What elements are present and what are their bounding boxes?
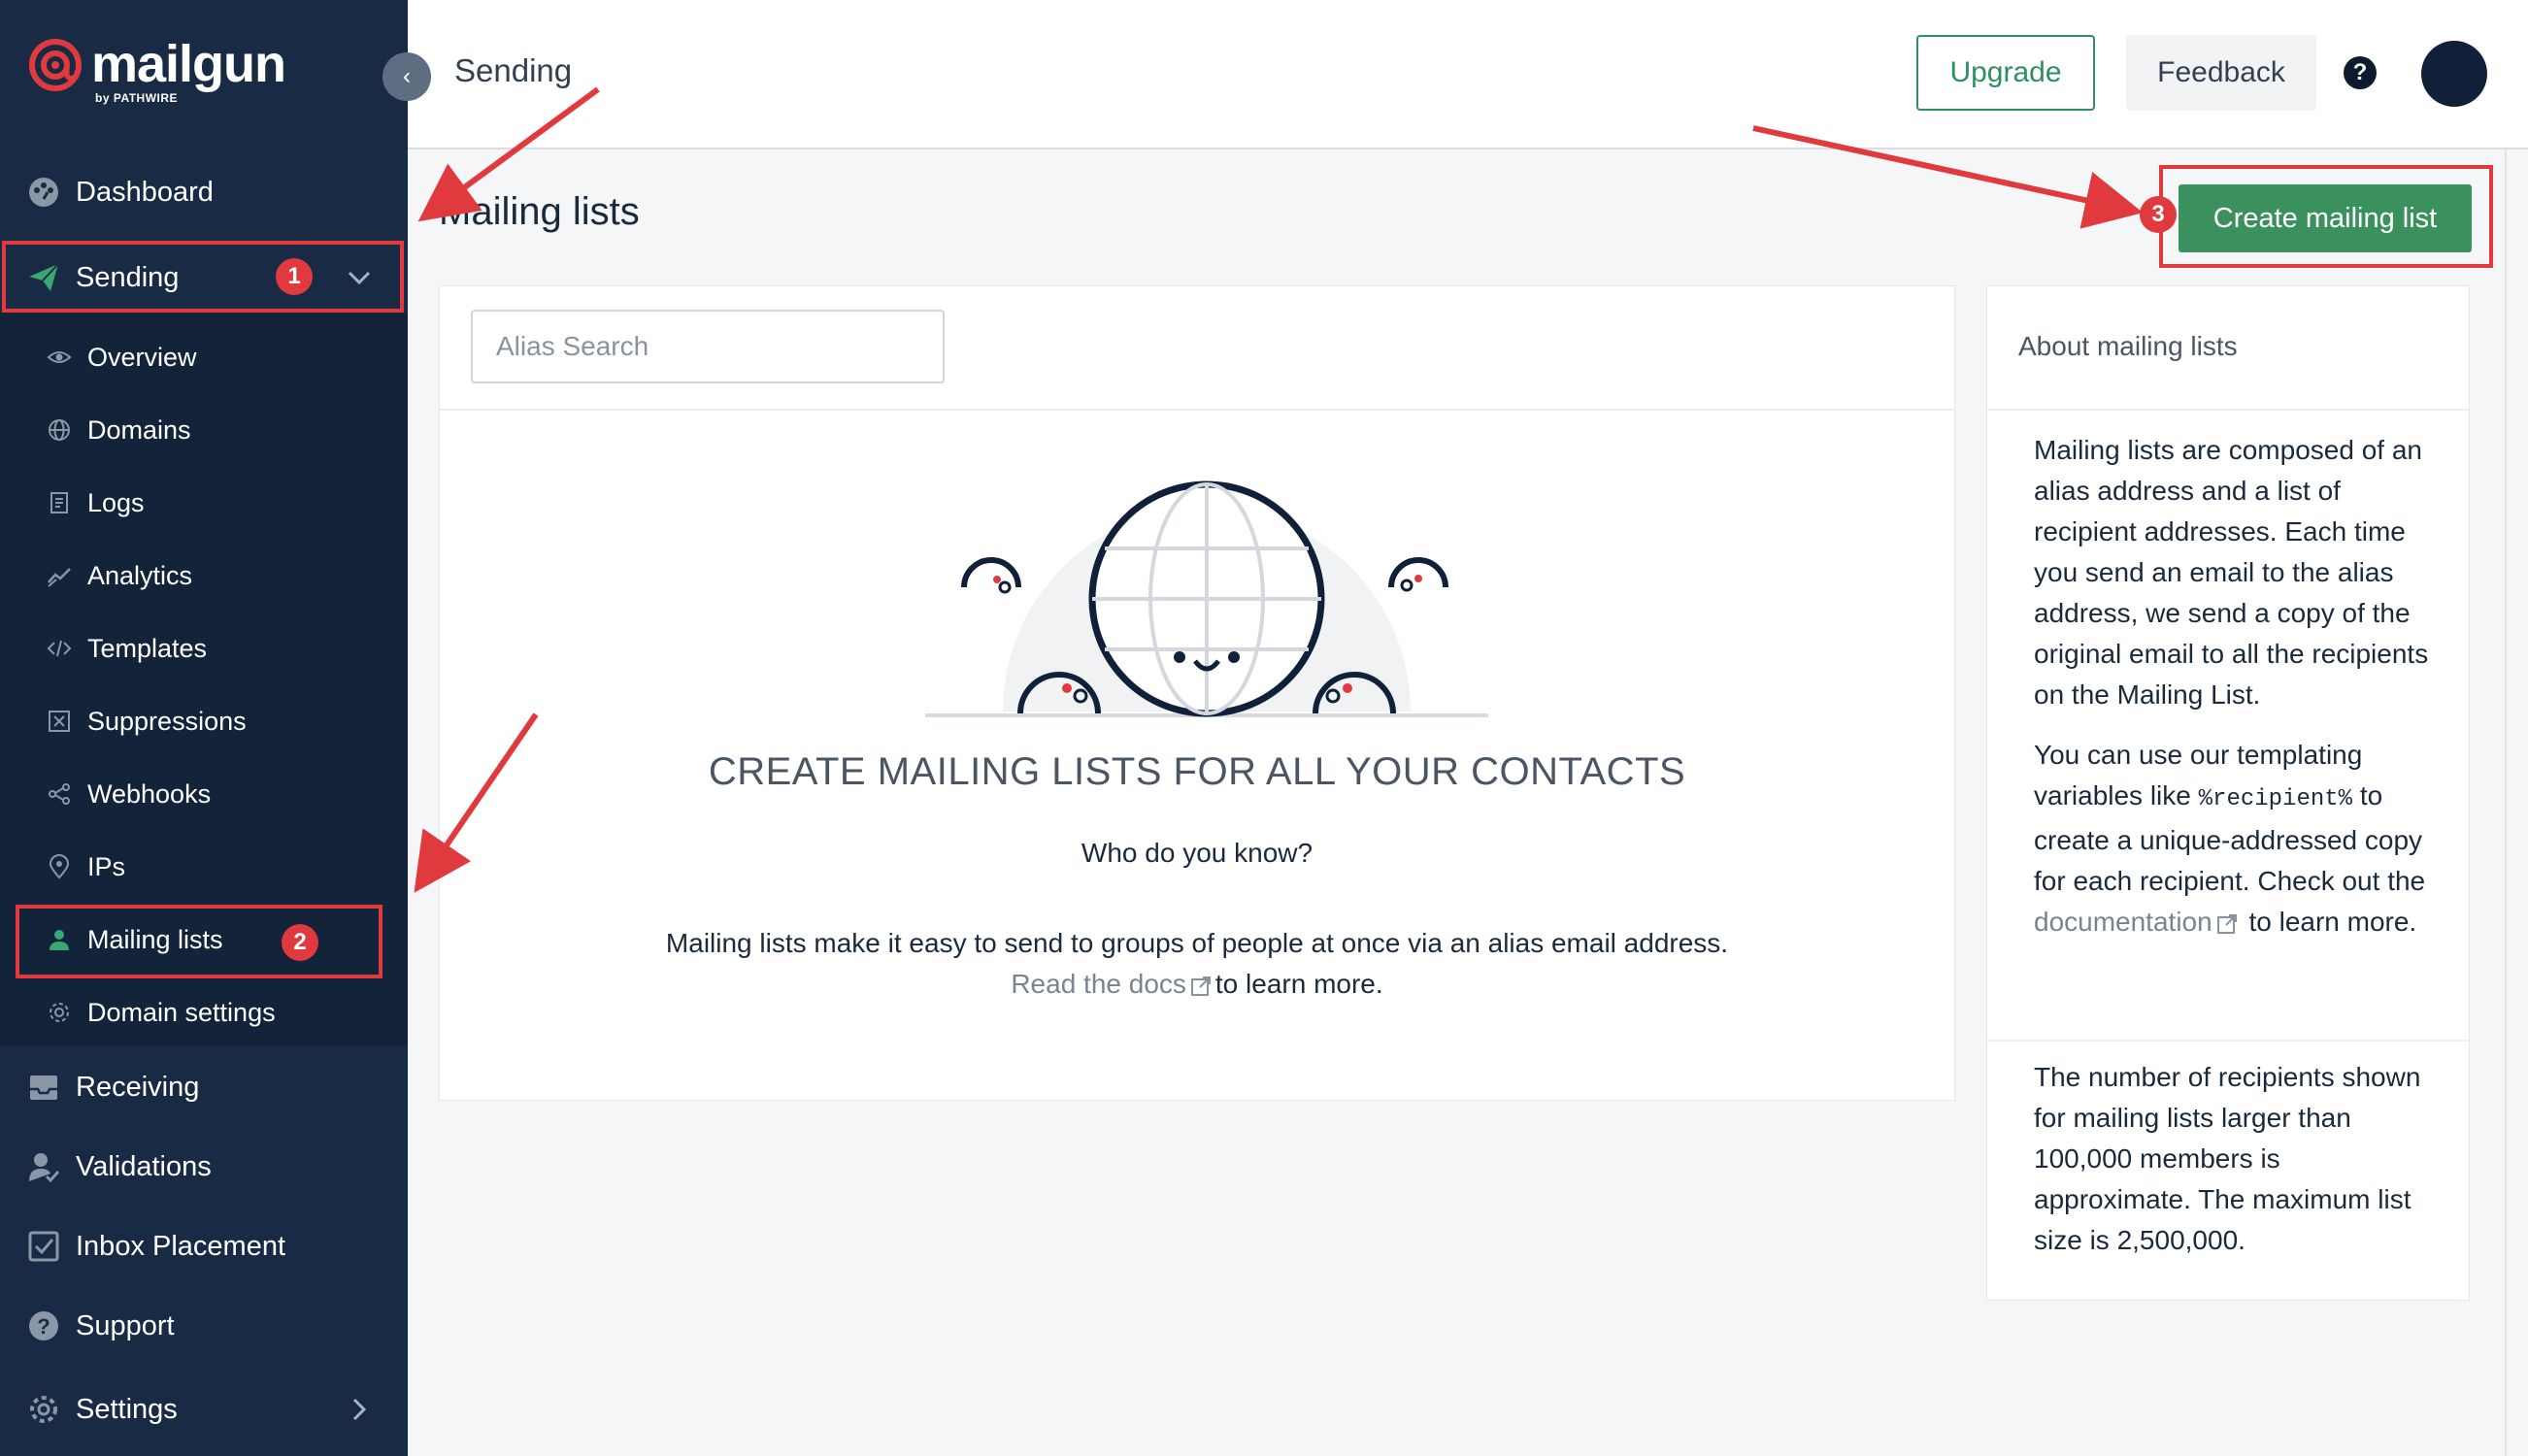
about-paragraph-1: Mailing lists are composed of an alias a…	[2034, 435, 2429, 710]
external-link-icon	[1190, 976, 1211, 996]
question-icon: ?	[29, 1311, 58, 1340]
external-link-icon	[2216, 913, 2237, 934]
sidebar-subitem-label: Suppressions	[87, 706, 247, 736]
sidebar-subitem-overview[interactable]: Overview	[0, 338, 408, 377]
feedback-button[interactable]: Feedback	[2126, 35, 2316, 111]
sidebar-item-inbox-placement[interactable]: Inbox Placement	[0, 1225, 408, 1268]
brand-sub: by PATHWIRE	[95, 91, 179, 105]
about-mailing-lists-panel: About mailing lists Mailing lists are co…	[1986, 285, 2470, 1301]
sidebar-item-label: Inbox Placement	[76, 1230, 286, 1262]
help-icon[interactable]: ?	[2344, 56, 2377, 89]
sidebar-item-validations[interactable]: Validations	[0, 1145, 408, 1188]
sidebar-subitem-label: Overview	[87, 342, 197, 372]
annotation-box-sending	[2, 241, 404, 313]
mailgun-logo-icon	[29, 39, 82, 91]
pin-icon	[49, 854, 70, 879]
mailgun-logo[interactable]: mailgun by PATHWIRE	[27, 35, 286, 105]
user-check-icon	[29, 1153, 60, 1183]
annotation-badge-3: 3	[2140, 196, 2177, 233]
sidebar-subitem-analytics[interactable]: Analytics	[0, 556, 408, 595]
breadcrumb: Sending	[454, 52, 573, 88]
share-icon	[49, 783, 70, 805]
about-paragraph-2: You can use our templating variables lik…	[2034, 735, 2442, 943]
sidebar-subitem-ips[interactable]: IPs	[0, 847, 408, 886]
sidebar-subitem-label: Webhooks	[87, 778, 212, 809]
avatar[interactable]	[2421, 41, 2487, 107]
templating-variable-code: %recipient%	[2198, 786, 2353, 812]
scrollbar-track[interactable]	[2505, 149, 2507, 1456]
sidebar-item-label: Settings	[76, 1393, 178, 1425]
brand-name: mailgun	[91, 35, 286, 93]
about-panel-title: About mailing lists	[2018, 331, 2238, 361]
sidebar-subitem-label: Logs	[87, 487, 145, 517]
chevron-right-icon	[352, 1398, 367, 1421]
sidebar-item-label: Receiving	[76, 1071, 200, 1103]
sidebar-subitem-suppressions[interactable]: Suppressions	[0, 702, 408, 741]
empty-state-title: CREATE MAILING LISTS FOR ALL YOUR CONTAC…	[708, 750, 1686, 793]
sidebar-subitem-label: Analytics	[87, 560, 193, 590]
x-box-icon	[49, 711, 70, 732]
sidebar-item-receiving[interactable]: Receiving	[0, 1066, 408, 1109]
code-icon	[47, 640, 72, 657]
docs-suffix-text: to learn more.	[1214, 969, 1383, 999]
empty-state-description: Mailing lists make it easy to send to gr…	[440, 923, 1954, 1005]
alias-search-input[interactable]	[471, 310, 945, 383]
sidebar-subitem-label: IPs	[87, 851, 126, 881]
sidebar-subitem-webhooks[interactable]: Webhooks	[0, 775, 408, 813]
eye-icon	[47, 351, 72, 363]
annotation-badge-2: 2	[282, 924, 318, 961]
collapse-sidebar-button[interactable]: ‹	[383, 52, 431, 101]
gear-icon	[30, 1396, 57, 1423]
sidebar-item-support[interactable]: ? Support	[0, 1305, 408, 1347]
page-title: Mailing lists	[439, 190, 640, 233]
annotation-box-create	[2159, 165, 2493, 268]
upgrade-button[interactable]: Upgrade	[1916, 35, 2095, 111]
about-paragraph-3: The number of recipients shown for maili…	[2034, 1062, 2421, 1255]
annotation-badge-1: 1	[276, 258, 313, 295]
mailing-lists-card: CREATE MAILING LISTS FOR ALL YOUR CONTAC…	[439, 285, 1955, 1101]
inbox-icon	[30, 1075, 57, 1100]
documentation-link[interactable]: documentation	[2034, 907, 2212, 937]
empty-state-description-text: Mailing lists make it easy to send to gr…	[665, 928, 1729, 958]
about-text: to learn more.	[2248, 907, 2417, 937]
sidebar-subitem-logs[interactable]: Logs	[0, 483, 408, 522]
about-panel-header: About mailing lists	[1987, 286, 2469, 411]
about-panel-body: Mailing lists are composed of an alias a…	[2034, 430, 2442, 962]
sidebar-subitem-domains[interactable]: Domains	[0, 411, 408, 449]
sidebar-item-label: Dashboard	[76, 176, 214, 208]
sidebar-subitem-label: Domains	[87, 414, 191, 445]
sidebar-subitem-label: Domain settings	[87, 997, 276, 1027]
sidebar-item-label: Validations	[76, 1150, 212, 1182]
sidebar-subitem-templates[interactable]: Templates	[0, 629, 408, 668]
dashboard-icon	[29, 178, 58, 207]
empty-state-globe-illustration	[925, 480, 1488, 717]
annotation-box-mailing-lists	[16, 905, 383, 978]
top-header: Sending Upgrade Feedback ?	[408, 0, 2528, 149]
card-toolbar	[440, 286, 1954, 411]
svg-text:?: ?	[37, 1314, 50, 1339]
sidebar: mailgun by PATHWIRE Dashboard Sending 1 …	[0, 0, 408, 1456]
sidebar-subitem-domain-settings[interactable]: Domain settings	[0, 993, 408, 1032]
empty-state-subtitle: Who do you know?	[1081, 838, 1314, 868]
sidebar-item-dashboard[interactable]: Dashboard	[0, 171, 408, 214]
globe-icon	[49, 419, 70, 441]
checkbox-icon	[28, 1231, 59, 1262]
document-icon	[50, 492, 68, 513]
read-docs-link[interactable]: Read the docs	[1011, 969, 1186, 999]
sidebar-subitem-label: Templates	[87, 633, 208, 663]
sidebar-item-settings[interactable]: Settings	[0, 1388, 408, 1431]
chart-icon	[48, 568, 71, 587]
sidebar-item-label: Support	[76, 1309, 175, 1341]
gear-small-icon	[50, 1003, 69, 1022]
divider	[1987, 1040, 2469, 1042]
